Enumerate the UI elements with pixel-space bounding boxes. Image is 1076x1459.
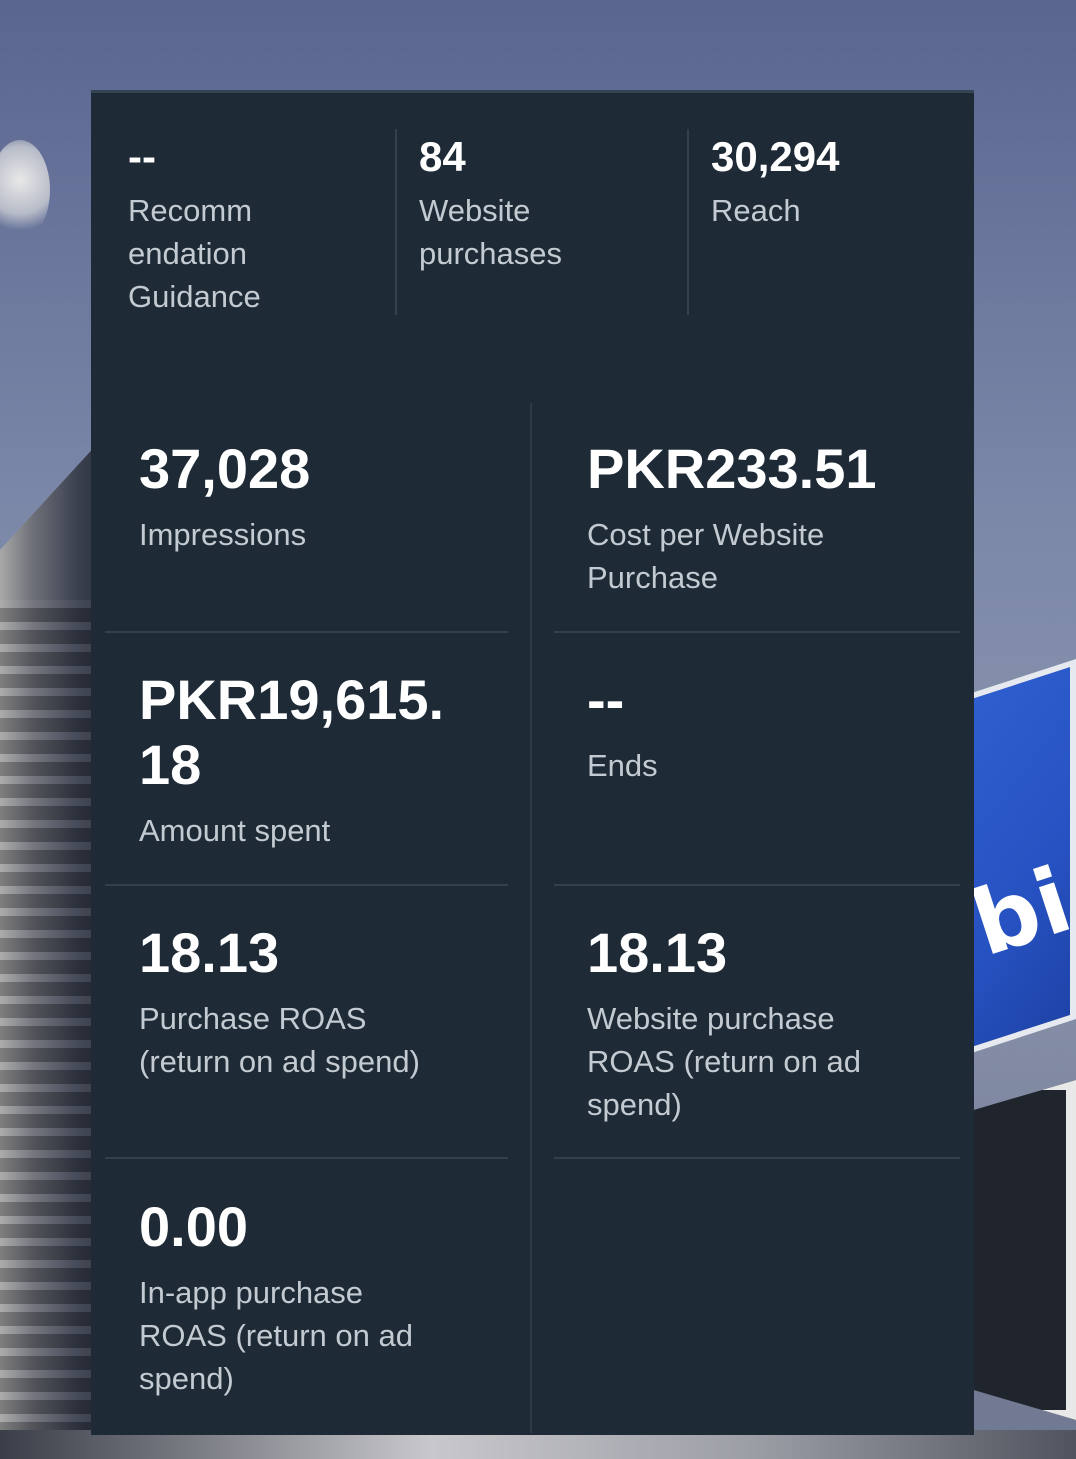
metric-value: 18.13 bbox=[139, 921, 280, 984]
grid-divider bbox=[105, 884, 508, 886]
summary-row: -- Recomm endation Guidance 84 Website p… bbox=[91, 93, 974, 323]
metric-label: Impressions bbox=[139, 517, 307, 552]
grid-vertical-divider bbox=[530, 403, 532, 1433]
metric-value: 37,028 bbox=[139, 437, 311, 500]
summary-website-purchases[interactable]: 84 Website purchases bbox=[419, 129, 679, 275]
background-orb bbox=[0, 140, 50, 240]
metric-label: Website purchase ROAS (return on ad spen… bbox=[587, 1001, 861, 1122]
summary-value: 30,294 bbox=[711, 133, 840, 180]
metric-value: PKR19,615. 18 bbox=[139, 668, 445, 796]
metric-value: 0.00 bbox=[139, 1195, 248, 1258]
summary-divider bbox=[395, 129, 397, 315]
metric-ends[interactable]: -- Ends bbox=[587, 667, 967, 787]
grid-divider bbox=[105, 631, 508, 633]
ad-insights-card: -- Recomm endation Guidance 84 Website p… bbox=[91, 90, 974, 1435]
metric-in-app-purchase-roas[interactable]: 0.00 In-app purchase ROAS (return on ad … bbox=[139, 1194, 519, 1400]
grid-divider bbox=[554, 884, 960, 886]
grid-divider bbox=[554, 1157, 960, 1159]
metric-cost-per-purchase[interactable]: PKR233.51 Cost per Website Purchase bbox=[587, 436, 967, 599]
grid-divider bbox=[554, 631, 960, 633]
metric-amount-spent[interactable]: PKR19,615. 18 Amount spent bbox=[139, 667, 519, 852]
summary-reach[interactable]: 30,294 Reach bbox=[711, 129, 961, 232]
summary-divider bbox=[687, 129, 689, 315]
metric-impressions[interactable]: 37,028 Impressions bbox=[139, 436, 519, 556]
metric-label: Amount spent bbox=[139, 813, 331, 848]
background-building-windows bbox=[0, 600, 95, 1459]
metric-value: -- bbox=[587, 668, 625, 731]
metric-website-purchase-roas[interactable]: 18.13 Website purchase ROAS (return on a… bbox=[587, 920, 967, 1126]
grid-divider bbox=[105, 1157, 508, 1159]
metric-label: Cost per Website Purchase bbox=[587, 517, 825, 595]
metric-label: Ends bbox=[587, 748, 658, 783]
metric-value: 18.13 bbox=[587, 921, 728, 984]
background-sign-dark bbox=[960, 1080, 1076, 1420]
summary-value: -- bbox=[128, 133, 156, 180]
metric-purchase-roas[interactable]: 18.13 Purchase ROAS (return on ad spend) bbox=[139, 920, 519, 1083]
metric-label: In-app purchase ROAS (return on ad spend… bbox=[139, 1275, 413, 1396]
summary-label: Recomm endation Guidance bbox=[128, 193, 261, 314]
metric-value: PKR233.51 bbox=[587, 437, 877, 500]
summary-recommendation-guidance[interactable]: -- Recomm endation Guidance bbox=[128, 129, 388, 318]
metric-label: Purchase ROAS (return on ad spend) bbox=[139, 1001, 420, 1079]
summary-value: 84 bbox=[419, 133, 466, 180]
summary-label: Reach bbox=[711, 193, 801, 228]
summary-label: Website purchases bbox=[419, 193, 563, 271]
